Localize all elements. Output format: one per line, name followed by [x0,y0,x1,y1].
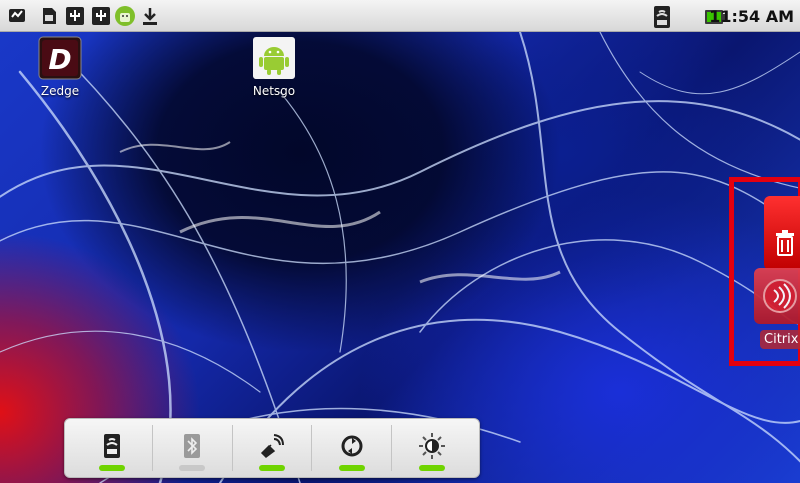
citrix-app-icon [762,278,798,318]
brightness-icon [418,433,445,459]
android-app-icon [252,36,296,80]
android-debug-icon [114,5,136,27]
wifi-icon [654,6,670,28]
gps-toggle[interactable] [233,425,313,471]
status-bar[interactable]: 11:54 AM [0,0,800,32]
download-icon [141,7,159,25]
gps-icon [260,434,284,458]
wifi-toggle[interactable] [73,425,153,471]
trash-drop-zone[interactable] [764,196,800,270]
clock: 11:54 AM [709,7,794,26]
sync-icon [341,435,363,457]
sync-state-indicator [338,465,365,471]
home-wallpaper[interactable] [0,32,800,483]
trash-icon [774,230,796,260]
bluetooth-icon [184,434,201,458]
sync-toggle[interactable] [312,425,393,471]
sd-card-icon [40,7,58,25]
svg-text:D: D [48,43,71,76]
shortcut-label: Netsgo [252,84,296,98]
shortcut-zedge[interactable]: D Zedge [34,36,86,98]
message-icon [8,7,26,25]
usb-icon [66,7,84,25]
usb-icon [92,7,110,25]
bluetooth-toggle[interactable] [153,425,233,471]
brightness-toggle[interactable] [392,425,471,471]
dragged-app-label: Citrix [760,330,800,349]
gps-state-indicator [258,465,285,471]
wifi-icon [104,434,121,458]
dragged-app-citrix[interactable] [754,268,800,324]
zedge-app-icon: D [38,36,82,80]
shortcut-netsgo[interactable]: Netsgo [248,36,300,98]
wallpaper-streaks [0,32,800,483]
shortcut-label: Zedge [40,84,80,98]
bluetooth-state-indicator [179,465,206,471]
power-control-widget[interactable] [64,418,480,478]
wifi-state-indicator [99,465,126,471]
brightness-state-indicator [418,465,445,471]
